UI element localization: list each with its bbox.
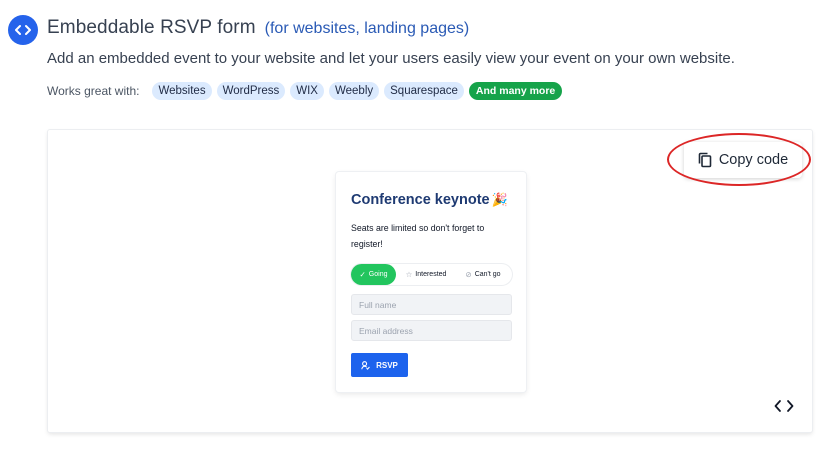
rsvp-status-selector: ✓ Going ☆ Interested ⊘ Can't go: [351, 264, 512, 285]
copy-code-button[interactable]: Copy code: [684, 142, 802, 178]
option-going-label: Going: [368, 271, 388, 278]
tag-squarespace: Squarespace: [384, 82, 464, 100]
rsvp-submit-button[interactable]: RSVP: [351, 353, 408, 377]
tag-websites: Websites: [152, 82, 212, 100]
tag-and-many-more: And many more: [468, 82, 563, 100]
embed-code-icon: [8, 15, 38, 45]
check-icon: ✓: [359, 270, 366, 279]
rsvp-form-preview-card: Conference keynote 🎉 Seats are limited so…: [336, 172, 526, 392]
compatibility-tags: Works great with: Websites WordPress WIX…: [47, 82, 567, 100]
prohibited-icon: ⊘: [465, 270, 472, 279]
event-description: Seats are limited so don't forget to reg…: [351, 223, 485, 249]
event-title: Conference keynote 🎉: [351, 192, 508, 208]
option-cant-go[interactable]: ⊘ Can't go: [456, 264, 510, 285]
party-popper-icon: 🎉: [491, 192, 508, 207]
option-cant-go-label: Can't go: [474, 271, 501, 278]
works-with-label: Works great with:: [47, 84, 140, 98]
section-title-row: Embeddable RSVP form (for websites, land…: [47, 17, 469, 39]
section-title: Embeddable RSVP form: [47, 17, 256, 38]
copy-icon: [698, 152, 712, 168]
section-description: Add an embedded event to your website an…: [47, 50, 735, 67]
option-going[interactable]: ✓ Going: [351, 264, 396, 285]
full-name-input[interactable]: Full name: [351, 294, 512, 315]
tag-weebly: Weebly: [328, 82, 380, 100]
user-check-icon: [361, 360, 370, 370]
email-input[interactable]: Email address: [351, 320, 512, 341]
section-subtitle: (for websites, landing pages): [264, 20, 470, 37]
option-interested[interactable]: ☆ Interested: [396, 264, 456, 285]
star-icon: ☆: [405, 270, 413, 279]
event-title-text: Conference keynote: [351, 192, 490, 208]
tag-wix: WIX: [290, 82, 324, 100]
tag-wordpress: WordPress: [216, 82, 286, 100]
code-brackets-icon: [15, 25, 31, 35]
option-interested-label: Interested: [415, 271, 447, 278]
rsvp-submit-label: RSVP: [376, 360, 398, 370]
view-code-icon[interactable]: [774, 399, 794, 413]
copy-code-label: Copy code: [718, 152, 789, 168]
